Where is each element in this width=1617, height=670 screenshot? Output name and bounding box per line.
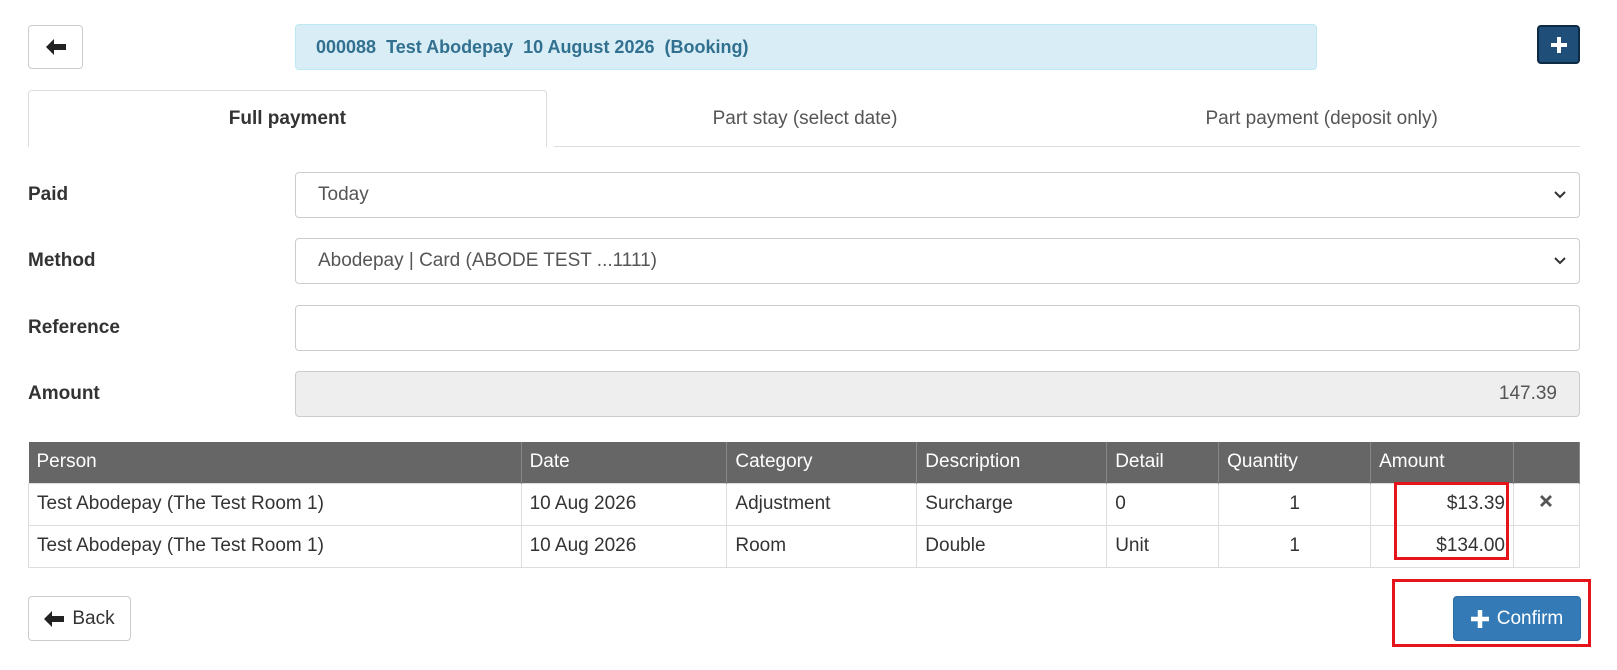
add-button[interactable] — [1537, 25, 1580, 64]
column-header: Person — [28, 442, 522, 483]
cell-person: Test Abodepay (The Test Room 1) — [28, 482, 522, 526]
paid-value: Today — [318, 184, 369, 205]
confirm-button[interactable]: Confirm — [1453, 596, 1581, 641]
table-header-row: Person Date Category Description Detail … — [28, 442, 1581, 483]
table-row: Test Abodepay (The Test Room 1) 10 Aug 2… — [28, 482, 1581, 526]
amount-label: Amount — [28, 383, 100, 404]
plus-icon — [1550, 36, 1567, 53]
column-header-actions — [1513, 442, 1581, 483]
payment-tabs: Full payment Part stay (select date) Par… — [28, 90, 1580, 147]
booking-banner: 000088 Test Abodepay 10 August 2026 (Boo… — [295, 24, 1317, 70]
paid-row: Paid Today — [28, 172, 1580, 218]
column-header: Date — [521, 442, 728, 483]
back-label: Back — [72, 607, 115, 629]
amount-row: Amount 147.39 — [28, 371, 1580, 417]
tab-label: Part payment (deposit only) — [1205, 107, 1438, 129]
method-label: Method — [28, 250, 96, 271]
amount-value: 147.39 — [1498, 383, 1557, 404]
cell-amount: $134.00 — [1370, 524, 1514, 568]
charges-table: Person Date Category Description Detail … — [28, 442, 1581, 568]
arrow-left-icon — [45, 39, 66, 55]
cell-amount: $13.39 — [1370, 482, 1514, 526]
cell-quantity: 1 — [1218, 524, 1372, 568]
column-header: Quantity — [1218, 442, 1372, 483]
tab-label: Full payment — [228, 108, 346, 129]
table-row: Test Abodepay (The Test Room 1) 10 Aug 2… — [28, 524, 1581, 568]
confirm-label: Confirm — [1496, 607, 1564, 629]
chevron-down-icon — [1554, 257, 1566, 265]
tab-full-payment[interactable]: Full payment — [28, 90, 547, 147]
cell-detail: Unit — [1106, 524, 1220, 568]
method-select[interactable]: Abodepay | Card (ABODE TEST ...1111) — [295, 238, 1580, 284]
column-header: Detail — [1106, 442, 1220, 483]
cell-remove — [1512, 482, 1581, 526]
method-row: Method Abodepay | Card (ABODE TEST ...11… — [28, 238, 1580, 284]
cell-detail: 0 — [1106, 482, 1220, 526]
amount-field: 147.39 — [295, 371, 1580, 417]
method-value: Abodepay | Card (ABODE TEST ...1111) — [318, 250, 658, 271]
back-icon-button[interactable] — [28, 25, 83, 69]
reference-input[interactable] — [295, 305, 1580, 351]
column-header: Amount — [1370, 442, 1514, 483]
plus-icon — [1470, 609, 1489, 628]
cell-description: Surcharge — [916, 482, 1108, 526]
paid-select[interactable]: Today — [295, 172, 1580, 218]
reference-label: Reference — [28, 317, 120, 338]
cell-person: Test Abodepay (The Test Room 1) — [28, 524, 522, 568]
cell-description: Double — [916, 524, 1108, 568]
cell-category: Room — [726, 524, 918, 568]
booking-title: 000088 Test Abodepay 10 August 2026 (Boo… — [316, 36, 749, 57]
cell-date: 10 Aug 2026 — [520, 482, 728, 526]
reference-row: Reference — [28, 305, 1580, 351]
cell-category: Adjustment — [726, 482, 918, 526]
paid-label: Paid — [28, 184, 69, 205]
tab-label: Part stay (select date) — [712, 107, 898, 129]
cell-date: 10 Aug 2026 — [520, 524, 728, 568]
remove-icon[interactable] — [1538, 493, 1554, 509]
cell-remove-empty — [1512, 524, 1581, 568]
column-header: Category — [726, 442, 918, 483]
tab-part-stay[interactable]: Part stay (select date) — [547, 90, 1064, 147]
column-header: Description — [916, 442, 1108, 483]
chevron-down-icon — [1554, 191, 1566, 199]
tab-part-payment[interactable]: Part payment (deposit only) — [1063, 90, 1580, 147]
back-button[interactable]: Back — [28, 596, 131, 641]
cell-quantity: 1 — [1218, 482, 1372, 526]
arrow-left-icon — [44, 610, 65, 627]
